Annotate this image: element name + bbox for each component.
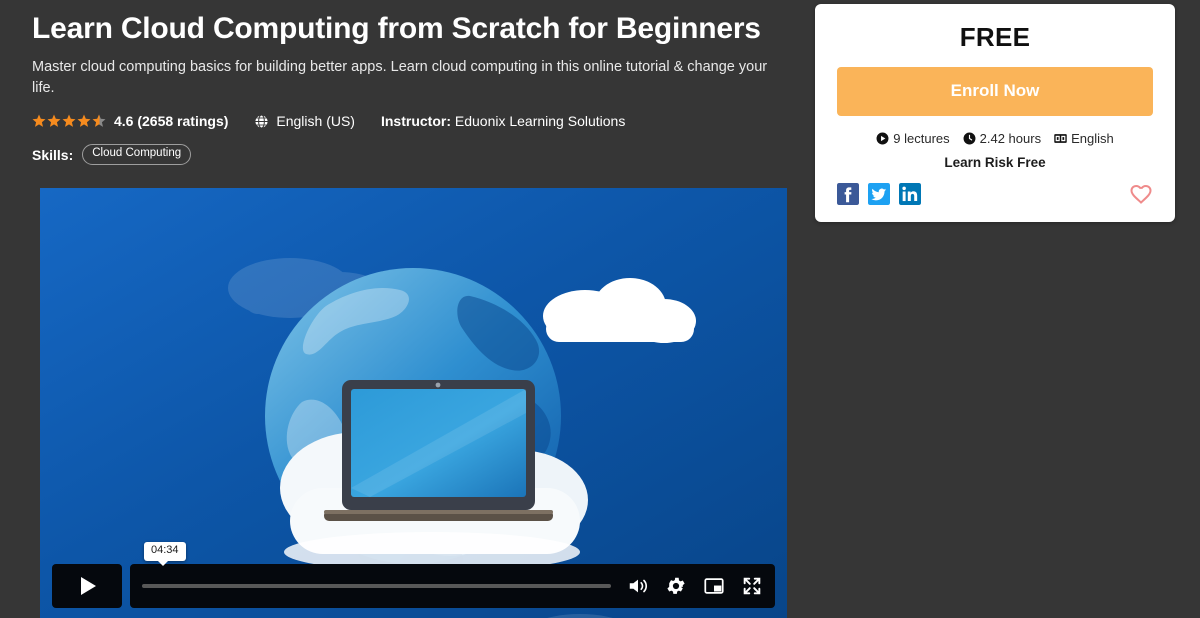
card-footer — [837, 182, 1153, 206]
play-icon — [81, 577, 96, 595]
course-meta-row: 4.6 (2658 ratings) English (US) Instruct… — [32, 113, 792, 129]
instructor-label: Instructor: — [380, 113, 451, 130]
rating-value: 4.6 (2658 ratings) — [114, 113, 229, 130]
duration-label: 2.42 hours — [979, 131, 1042, 146]
linkedin-icon[interactable] — [899, 183, 921, 205]
social-share-group — [837, 183, 921, 205]
language-label: English (US) — [276, 113, 355, 130]
facebook-icon[interactable] — [837, 183, 859, 205]
heart-icon[interactable] — [1129, 182, 1153, 206]
card-language-label: English — [1071, 131, 1114, 146]
video-controls-bar — [52, 564, 775, 608]
fullscreen-icon[interactable] — [741, 575, 763, 597]
clock-icon — [963, 132, 976, 145]
video-controls-panel — [130, 564, 775, 608]
course-info-row: 9 lectures 2.42 hours English — [837, 131, 1153, 146]
video-time-tooltip: 04:34 — [144, 542, 186, 566]
lectures-label: 9 lectures — [893, 131, 950, 146]
play-button[interactable] — [52, 564, 122, 608]
instructor: Instructor: Eduonix Learning Solutions — [381, 113, 625, 129]
info-language: English — [1054, 131, 1114, 146]
star-icon — [62, 114, 76, 128]
enrollment-card: FREE Enroll Now 9 lectures 2.42 hours En… — [815, 4, 1175, 222]
twitter-icon[interactable] — [868, 183, 890, 205]
star-icon — [32, 114, 46, 128]
course-landing-page: Learn Cloud Computing from Scratch for B… — [0, 0, 1200, 618]
info-lectures: 9 lectures — [876, 131, 950, 146]
video-progress-bar[interactable] — [142, 584, 611, 588]
star-icon — [47, 114, 61, 128]
closed-caption-icon — [1054, 134, 1067, 143]
info-duration: 2.42 hours — [963, 131, 1041, 146]
skills-row: Skills: Cloud Computing — [32, 144, 792, 166]
course-header: Learn Cloud Computing from Scratch for B… — [32, 0, 792, 166]
course-price: FREE — [959, 22, 1031, 52]
instructor-name[interactable]: Eduonix Learning Solutions — [455, 113, 625, 129]
course-subtitle: Master cloud computing basics for buildi… — [32, 59, 768, 97]
rating-stars — [32, 114, 106, 128]
gear-icon[interactable] — [665, 575, 687, 597]
star-icon — [77, 114, 91, 128]
course-video-player[interactable]: 04:34 — [40, 188, 787, 618]
star-icon-half — [92, 114, 106, 128]
risk-free-label: Learn Risk Free — [944, 155, 1046, 170]
course-language: English (US) — [254, 113, 355, 129]
globe-icon — [254, 114, 269, 129]
enroll-now-button[interactable]: Enroll Now — [837, 67, 1153, 116]
play-circle-icon — [876, 132, 889, 145]
skills-label: Skills: — [32, 146, 74, 163]
skill-chip-cloud-computing[interactable]: Cloud Computing — [82, 144, 192, 166]
page-title: Learn Cloud Computing from Scratch for B… — [32, 12, 761, 45]
picture-in-picture-icon[interactable] — [703, 575, 725, 597]
volume-icon[interactable] — [627, 575, 649, 597]
